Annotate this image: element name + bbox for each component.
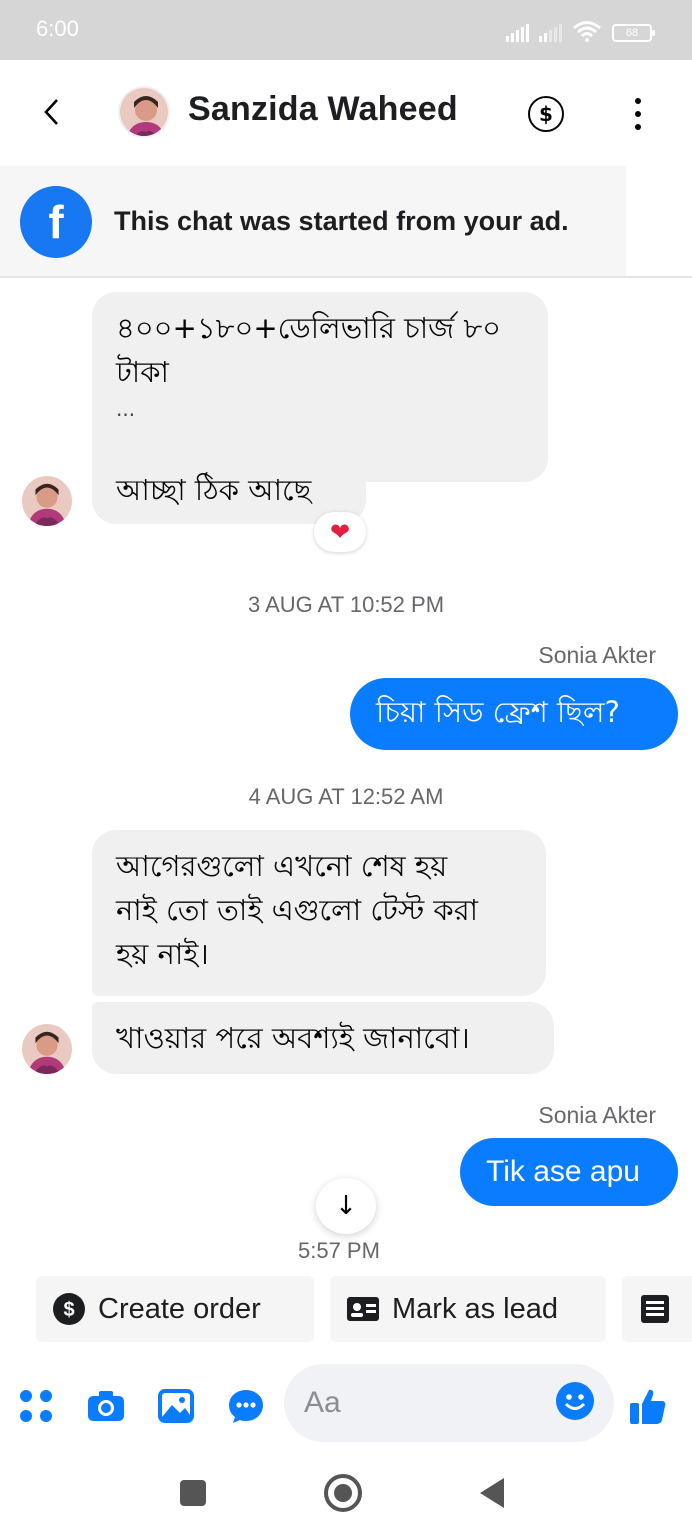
menu-grid-button[interactable] xyxy=(16,1386,56,1426)
sender-avatar[interactable] xyxy=(22,476,72,526)
grid-dots-icon xyxy=(20,1390,52,1422)
status-icons: 68 xyxy=(506,20,655,42)
heart-icon: ❤ xyxy=(329,518,351,546)
emoji-button[interactable] xyxy=(556,1382,594,1420)
more-options-button[interactable] xyxy=(622,94,654,134)
message-text: নাই তো তাই এগুলো টেস্ট করা xyxy=(116,893,479,927)
mark-as-lead-label: Mark as lead xyxy=(392,1292,559,1325)
dollar-circle-icon: $ xyxy=(539,102,553,126)
ad-origin-banner: f This chat was started from your ad. xyxy=(0,166,626,276)
incoming-message[interactable]: ৪০০+১৮০+ডেলিভারি চার্জ ৮০ টাকা ... xyxy=(92,292,548,482)
wifi-icon xyxy=(573,21,601,42)
smiley-icon xyxy=(564,1394,586,1410)
more-quick-action-button[interactable] xyxy=(622,1276,692,1342)
heart-reaction[interactable]: ❤ xyxy=(314,512,366,552)
status-bar: 6:00 68 xyxy=(0,0,692,60)
scroll-to-bottom-button[interactable]: ↓ xyxy=(316,1178,376,1234)
outgoing-message[interactable]: Tik ase apu xyxy=(460,1138,678,1206)
thumbs-up-icon xyxy=(630,1389,666,1424)
sender-avatar[interactable] xyxy=(22,1024,72,1074)
timestamp: 3 AUG AT 10:52 PM xyxy=(247,592,445,617)
sender-name: Sonia Akter xyxy=(538,642,656,668)
svg-text:$: $ xyxy=(63,1299,74,1321)
recent-apps-button[interactable] xyxy=(180,1480,206,1506)
avatar-image xyxy=(22,476,72,526)
timestamp: 4 AUG AT 12:52 AM xyxy=(248,784,444,809)
form-icon xyxy=(638,1292,672,1326)
message-text: Tik ase apu xyxy=(486,1155,640,1188)
back-button[interactable] xyxy=(30,90,74,134)
contact-card-icon xyxy=(346,1292,380,1326)
signal-icon xyxy=(506,24,529,42)
payment-button[interactable]: $ xyxy=(528,96,564,132)
system-nav-bar xyxy=(0,1450,692,1536)
gallery-button[interactable] xyxy=(156,1386,196,1426)
message-text: টাকা xyxy=(116,355,169,389)
incoming-message[interactable]: খাওয়ার পরে অবশ্যই জানাবো। xyxy=(92,1002,554,1074)
battery-icon: 68 xyxy=(612,24,655,42)
system-back-button[interactable] xyxy=(480,1478,504,1508)
avatar-image xyxy=(120,88,168,136)
message-text: খাওয়ার পরে অবশ্যই জানাবো। xyxy=(116,1021,470,1055)
avatar-image xyxy=(22,1024,72,1074)
image-icon xyxy=(158,1389,194,1423)
camera-icon xyxy=(88,1391,124,1421)
message-time: 5:57 PM xyxy=(298,1238,380,1263)
status-time: 6:00 xyxy=(36,16,79,41)
message-input[interactable]: Aa xyxy=(284,1364,614,1442)
message-text: ৪০০+১৮০+ডেলিভারি চার্জ ৮০ xyxy=(116,311,502,345)
saved-replies-button[interactable] xyxy=(226,1386,266,1426)
divider xyxy=(0,276,692,278)
message-text: ... xyxy=(116,397,136,421)
outgoing-message[interactable]: চিয়া সিড ফ্রেশ ছিল? xyxy=(350,678,678,750)
incoming-message[interactable]: আগেরগুলো এখনো শেষ হয় নাই তো তাই এগুলো ট… xyxy=(92,830,546,996)
mark-as-lead-button[interactable]: Mark as lead xyxy=(330,1276,606,1342)
like-button[interactable] xyxy=(628,1386,668,1426)
contact-name[interactable]: Sanzida Waheed xyxy=(188,90,458,129)
dollar-circle-icon: $ xyxy=(52,1292,86,1326)
create-order-button[interactable]: $ Create order xyxy=(36,1276,314,1342)
message-text: আগেরগুলো এখনো শেষ হয় xyxy=(116,849,448,883)
quick-actions-bar: $ Create order Mark as lead xyxy=(36,1276,692,1342)
message-input-placeholder: Aa xyxy=(304,1386,341,1419)
vertical-dots-icon xyxy=(635,98,641,104)
home-button[interactable] xyxy=(324,1474,362,1512)
chevron-left-icon xyxy=(44,99,58,125)
chat-header: Sanzida Waheed $ xyxy=(0,60,692,166)
signal-icon-secondary xyxy=(539,24,562,42)
ad-banner-text: This chat was started from your ad. xyxy=(114,206,569,236)
arrow-down-icon: ↓ xyxy=(335,1191,357,1221)
create-order-label: Create order xyxy=(98,1292,261,1325)
facebook-icon: f xyxy=(20,186,92,258)
message-text: আচ্ছা ঠিক আছে xyxy=(116,473,312,507)
camera-button[interactable] xyxy=(86,1386,126,1426)
message-text: চিয়া সিড ফ্রেশ ছিল? xyxy=(376,694,620,729)
contact-avatar[interactable] xyxy=(118,86,170,138)
message-text: হয় নাই। xyxy=(116,937,209,971)
sender-name: Sonia Akter xyxy=(538,1102,656,1128)
chat-bubble-icon xyxy=(229,1390,263,1423)
message-composer: Aa xyxy=(0,1364,692,1444)
